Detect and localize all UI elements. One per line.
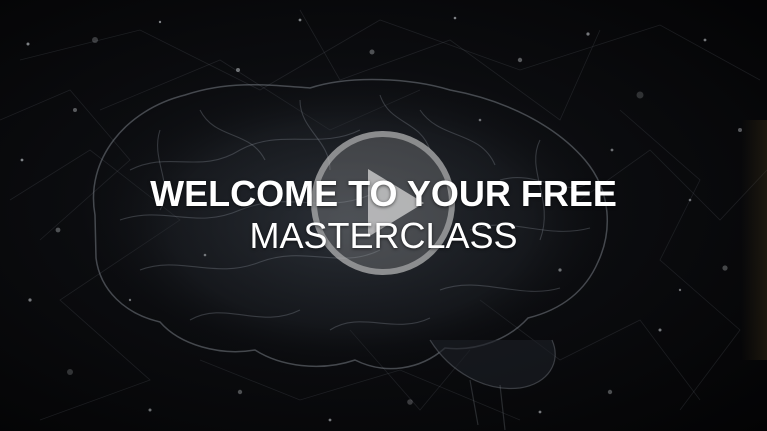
edge-light-glow [741, 120, 767, 360]
play-icon[interactable] [368, 169, 424, 237]
play-button[interactable] [311, 131, 455, 275]
video-player[interactable]: WELCOME TO YOUR FREE MASTERCLASS [0, 0, 767, 431]
